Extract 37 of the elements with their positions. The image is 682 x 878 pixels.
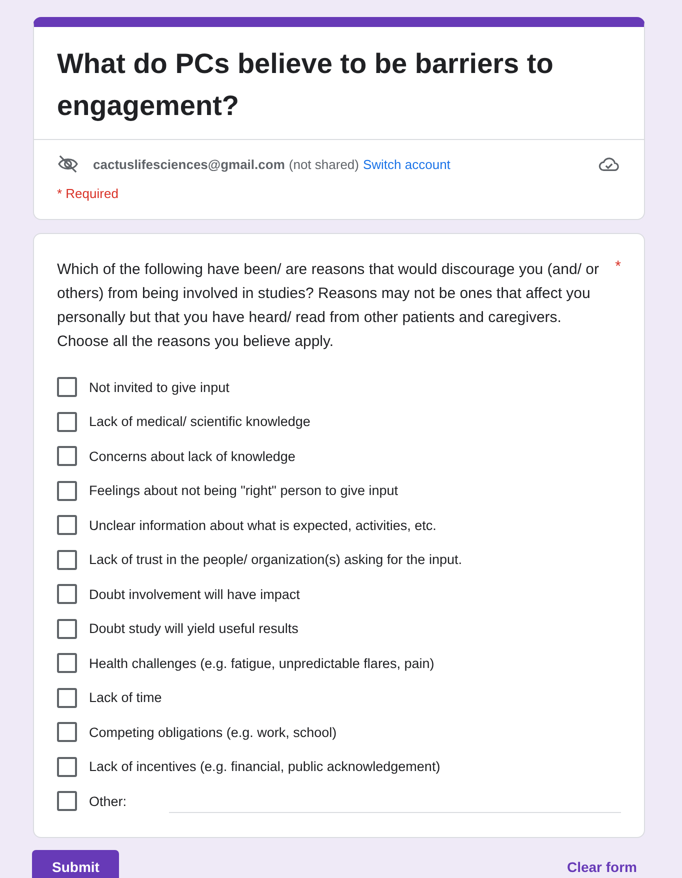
checkbox[interactable] — [57, 446, 77, 466]
checkbox[interactable] — [57, 722, 77, 742]
checkbox[interactable] — [57, 515, 77, 536]
checkbox[interactable] — [57, 584, 77, 604]
option-label: Concerns about lack of knowledge — [89, 448, 296, 464]
option-label: Doubt study will yield useful results — [89, 621, 298, 636]
option-label: Competing obligations (e.g. work, school) — [89, 724, 337, 740]
checkbox[interactable] — [57, 653, 77, 674]
clear-form-link[interactable]: Clear form — [558, 850, 645, 878]
sharing-status: (not shared) — [288, 156, 359, 172]
option-label: Lack of time — [89, 690, 162, 706]
required-note: * Required — [56, 185, 120, 203]
checkbox[interactable] — [57, 618, 77, 639]
required-asterisk: * — [615, 258, 621, 277]
switch-account-link[interactable]: Switch account — [362, 156, 450, 172]
form-title: What do PCs believe to be barriers to engagement? — [56, 47, 554, 123]
checkbox[interactable] — [57, 550, 77, 570]
checkbox[interactable] — [57, 412, 77, 432]
option-label: Health challenges (e.g. fatigue, unpredictable flares, pain) — [89, 656, 434, 671]
submit-button[interactable]: Submit — [32, 850, 120, 878]
option-label: Doubt involvement will have impact — [89, 586, 300, 602]
option-label: Lack of medical/ scientific knowledge — [89, 414, 310, 430]
option-label: Lack of incentives (e.g. financial, public acknowledgement) — [89, 759, 440, 774]
account-email: cactuslifesciences@gmail.com — [93, 156, 285, 172]
checkbox[interactable] — [57, 480, 77, 501]
checkbox[interactable] — [57, 791, 77, 812]
option-label: Other: — [89, 794, 127, 809]
option-label: Feelings about not being "right" person to give input — [89, 483, 398, 498]
cloud-check-icon — [598, 156, 620, 172]
checkbox[interactable] — [57, 756, 77, 777]
checkbox[interactable] — [57, 377, 77, 398]
eye-off-icon — [57, 155, 79, 173]
option-label: Unclear information about what is expected, activities, etc. — [89, 518, 436, 533]
option-label: Not invited to give input — [89, 380, 230, 395]
option-label: Lack of trust in the people/ organization(s) asking for the input. — [89, 552, 462, 568]
question-text: Which of the following have been/ are reasons that would discourage you (and/ or others) from being involved in studies? Reasons may not be ones that affect you personally but that you have heard/ read from other patients and caregivers. Choose all the reasons you believe apply. — [57, 260, 600, 352]
checkbox[interactable] — [57, 688, 77, 708]
